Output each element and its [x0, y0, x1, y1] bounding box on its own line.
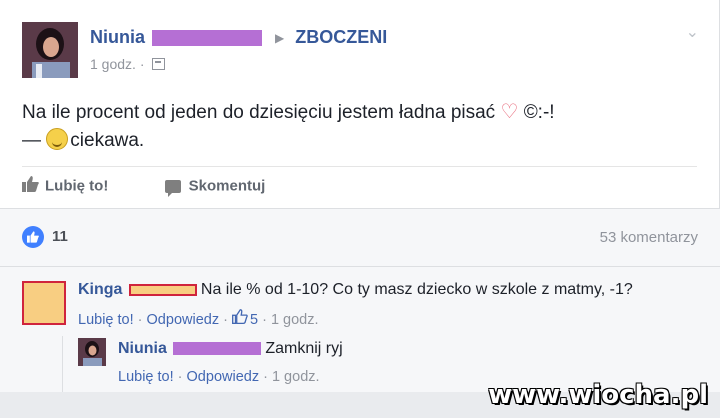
reply-text: Zamknij ryj	[265, 340, 343, 357]
reply-avatar[interactable]	[78, 338, 106, 366]
post-text-line2: — ciekawa.	[22, 127, 555, 155]
reply-line: Niunia Zamknij ryj	[118, 340, 343, 358]
comment-reply-link[interactable]: Odpowiedz	[147, 312, 220, 328]
reply-thread-line	[62, 336, 63, 392]
privacy-icon[interactable]	[152, 58, 166, 70]
reply-author[interactable]: Niunia	[118, 340, 167, 357]
post-time[interactable]: 1 godz. ·	[90, 56, 144, 72]
comment-meta: Lubię to! · Odpowiedz · 5 · 1 godz.	[78, 309, 319, 328]
comment-count[interactable]: 53 komentarzy	[600, 229, 698, 246]
group-name[interactable]: ZBOCZENI	[295, 27, 387, 47]
author-name[interactable]: Niunia	[90, 27, 145, 47]
comment-like-link[interactable]: Lubię to!	[78, 312, 134, 328]
reaction-count[interactable]: 5	[231, 309, 259, 328]
post-meta: 1 godz. ·	[90, 56, 166, 72]
feeling-text: ciekawa.	[70, 130, 145, 151]
arrow-right-icon: ▶	[275, 31, 285, 46]
heart-icon: ♡	[500, 101, 519, 123]
watermark-text: www.wiocha.pl	[488, 380, 708, 410]
comment-action[interactable]: Skomentuj	[164, 177, 266, 197]
post-body: Na ile procent od jeden do dziesięciu je…	[22, 98, 555, 155]
post-actions: Lubię to! Skomentuj	[22, 176, 266, 197]
author-avatar[interactable]	[22, 22, 78, 78]
redacted-surname	[173, 342, 262, 356]
post-header: Niunia ▶ ZBOCZENI	[90, 27, 387, 48]
post-text: Na ile procent od jeden do dziesięciu je…	[22, 102, 496, 123]
redacted-surname	[152, 30, 263, 47]
post-text-line1: Na ile procent od jeden do dziesięciu je…	[22, 98, 555, 127]
like-label: Lubię to!	[45, 177, 109, 195]
reply-meta: Lubię to! · Odpowiedz · 1 godz.	[118, 369, 320, 385]
feeling-dash: —	[22, 130, 41, 151]
separator: ·	[258, 312, 271, 328]
separator: ·	[173, 369, 187, 385]
comment-line: Kinga Na ile % od 1-10? Co ty masz dziec…	[78, 281, 633, 299]
comment-icon	[164, 179, 181, 197]
like-count[interactable]: 11	[52, 228, 68, 245]
comment-author[interactable]: Kinga	[78, 281, 122, 298]
separator: ·	[133, 312, 147, 328]
comment-avatar-redacted[interactable]	[22, 281, 66, 325]
reply-reply-link[interactable]: Odpowiedz	[187, 369, 260, 385]
separator: ·	[259, 369, 272, 385]
thumbs-up-icon	[231, 309, 248, 328]
post-text-tail: ©:-!	[523, 102, 555, 123]
comment-time[interactable]: 1 godz.	[271, 312, 319, 328]
like-badge-icon[interactable]	[22, 226, 44, 248]
separator: ·	[219, 312, 232, 328]
reply-like-link[interactable]: Lubię to!	[118, 369, 174, 385]
divider	[22, 166, 697, 167]
like-icon	[22, 176, 39, 196]
comment-text: Na ile % od 1-10? Co ty masz dziecko w s…	[200, 281, 633, 298]
emoji-icon	[46, 128, 69, 150]
comment-label: Skomentuj	[188, 177, 266, 195]
reply-time[interactable]: 1 godz.	[272, 369, 320, 385]
chevron-down-icon[interactable]: ⌄	[686, 22, 699, 42]
divider	[0, 266, 720, 267]
redacted-surname	[128, 283, 197, 296]
reaction-number: 5	[249, 312, 259, 328]
like-action[interactable]: Lubię to!	[22, 176, 113, 196]
